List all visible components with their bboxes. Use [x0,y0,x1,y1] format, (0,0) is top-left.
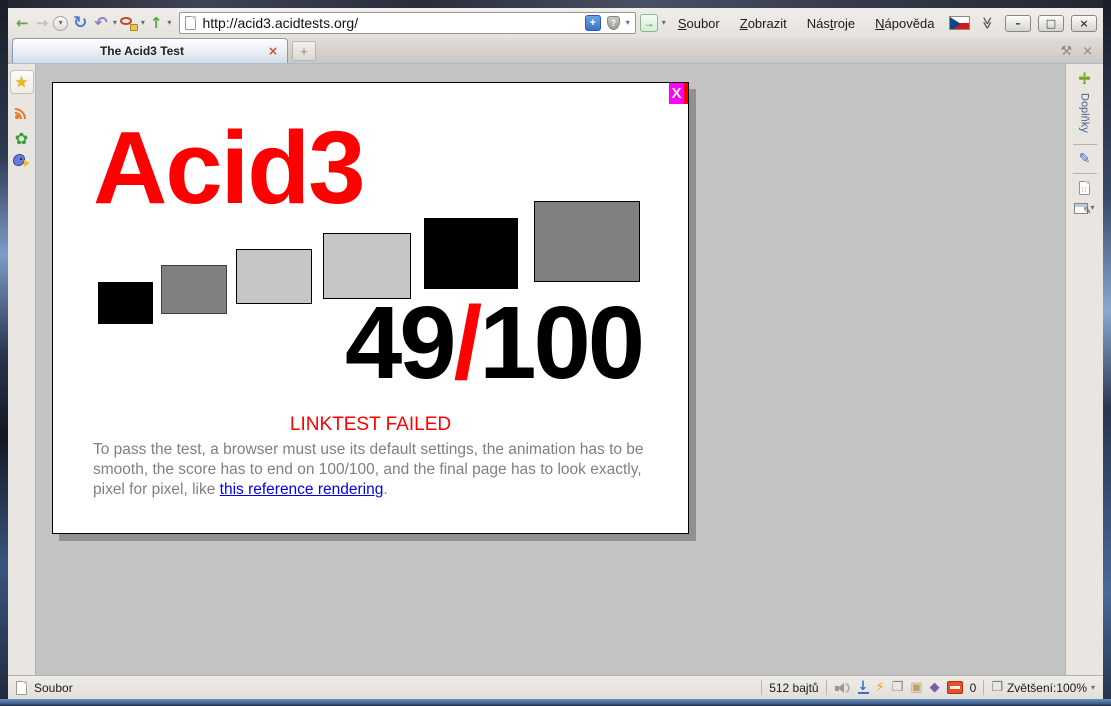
minimize-button[interactable]: – [1005,15,1031,32]
address-dropdown-icon[interactable]: ▾ [626,19,630,27]
source-doc-icon[interactable] [1079,181,1090,195]
status-left-label: Soubor [34,681,73,695]
bird-icon[interactable] [13,154,30,168]
addons-panel-label[interactable]: Doplňky [1079,93,1091,133]
up-icon[interactable]: ↑ [148,15,165,32]
clover-icon[interactable]: ✿ [15,131,28,147]
privacy-dropdown-icon[interactable]: ▾ [141,19,145,27]
nav-button-group: ← → ▾ ↻ ↶ ▾ ▾ ↑ ▾ [14,14,171,33]
forward-icon[interactable]: → [34,15,51,32]
tab-title: The Acid3 Test [19,44,265,58]
star-icon: ★ [15,75,28,90]
add-addon-icon[interactable]: + [1077,70,1091,87]
status-doc-icon [16,681,27,695]
zoom-label: Zvětšení:100% [1007,681,1087,695]
undo-icon[interactable]: ↶ [92,14,109,32]
tab-close-icon[interactable]: × [265,45,281,57]
download-icon[interactable]: ↓ [858,681,869,694]
shield-question-icon[interactable]: ? [607,16,620,30]
menu-soubor[interactable]: Soubor [670,14,728,33]
menu-nastroje[interactable]: Nástroje [799,14,863,33]
chevron-double-down-icon[interactable]: ≫ [982,17,994,30]
czech-flag-icon[interactable] [949,16,970,30]
tab-acid3[interactable]: The Acid3 Test × [12,38,288,63]
blocked-count: 0 [970,681,977,695]
popup-blocker-icon[interactable] [947,681,963,694]
back-icon[interactable]: ← [14,15,31,32]
new-folder-icon[interactable]: ▣ [910,681,922,694]
right-panel: + Doplňky ✎ ✎ ▾ [1065,64,1103,675]
browser-window: ← → ▾ ↻ ↶ ▾ ▾ ↑ ▾ http://acid3.acidtests… [0,0,1111,706]
left-panel: ★ ✿ [8,64,36,675]
acid3-square [236,249,312,304]
acid3-score: 49/100 [345,291,642,394]
undo-dropdown-icon[interactable]: ▾ [113,19,117,27]
acid3-description: To pass the test, a browser must use its… [93,440,665,500]
page-viewport: X Acid3 49/100 LINKTEST FAILED To pass t… [36,64,1065,675]
up-dropdown-icon[interactable]: ▾ [167,19,171,27]
window-frame-right [1103,0,1111,706]
address-bar[interactable]: http://acid3.acidtests.org/ + ? ▾ [179,12,635,34]
speed-dial-icon[interactable]: + [585,15,601,31]
acid3-square [424,218,518,289]
window-edit-control[interactable]: ✎ ▾ [1074,203,1094,214]
reference-rendering-link[interactable]: this reference rendering [220,481,384,498]
window-edit-icon: ✎ [1074,203,1088,214]
close-button[interactable]: × [1071,15,1097,32]
zoom-control[interactable]: ❐ Zvětšení:100% ▾ [991,681,1095,695]
tab-bar: The Acid3 Test × + ⚒ × [8,38,1103,64]
panel-separator [1073,173,1097,174]
menu-zobrazit[interactable]: Zobrazit [732,14,795,33]
lightning-icon[interactable]: ⚡ [876,681,885,694]
window-frame-bottom [0,699,1111,706]
page-size-label: 512 bajtů [769,681,818,695]
reload-icon[interactable]: ↻ [71,14,89,33]
bookmarks-panel-button[interactable]: ★ [10,70,34,94]
acid3-heading: Acid3 [93,116,363,219]
acid3-square [534,201,640,282]
book-icon[interactable]: ◆ [930,681,940,694]
toolbar: ← → ▾ ↻ ↶ ▾ ▾ ↑ ▾ http://acid3.acidtests… [8,8,1103,38]
status-bar: Soubor 512 bajtů ↓ ⚡ ❐ ▣ ◆ 0 ❐ Zvětšení:… [8,675,1103,699]
wrench-icon[interactable]: ⚒ [1060,45,1072,58]
acid3-square [98,282,153,324]
printer-icon[interactable]: ❐ [892,681,904,694]
panel-separator [1073,144,1097,145]
window-frame-top [0,0,1111,8]
rss-icon[interactable] [14,105,29,120]
speaker-icon[interactable] [834,681,851,695]
zoom-windows-icon: ❐ [991,681,1003,694]
tabbar-close-icon[interactable]: × [1082,45,1093,58]
url-text[interactable]: http://acid3.acidtests.org/ [202,15,578,31]
acid3-square [161,265,227,314]
eye-lock-icon[interactable] [120,15,138,31]
maximize-button[interactable]: □ [1038,15,1064,32]
go-button[interactable]: → [640,14,658,32]
acid3-x-marker: X [669,83,688,104]
zoom-dropdown-icon[interactable]: ▾ [1091,684,1095,692]
menu-napoveda[interactable]: Nápověda [867,14,942,33]
window-frame-left [0,0,8,706]
history-dropdown-icon[interactable]: ▾ [53,16,68,31]
acid3-status-line: LINKTEST FAILED [53,414,688,436]
go-dropdown-icon[interactable]: ▾ [662,19,666,27]
new-tab-button[interactable]: + [292,41,316,61]
pen-icon[interactable]: ✎ [1079,152,1091,166]
acid3-page: X Acid3 49/100 LINKTEST FAILED To pass t… [52,82,689,534]
page-doc-icon [185,16,196,30]
